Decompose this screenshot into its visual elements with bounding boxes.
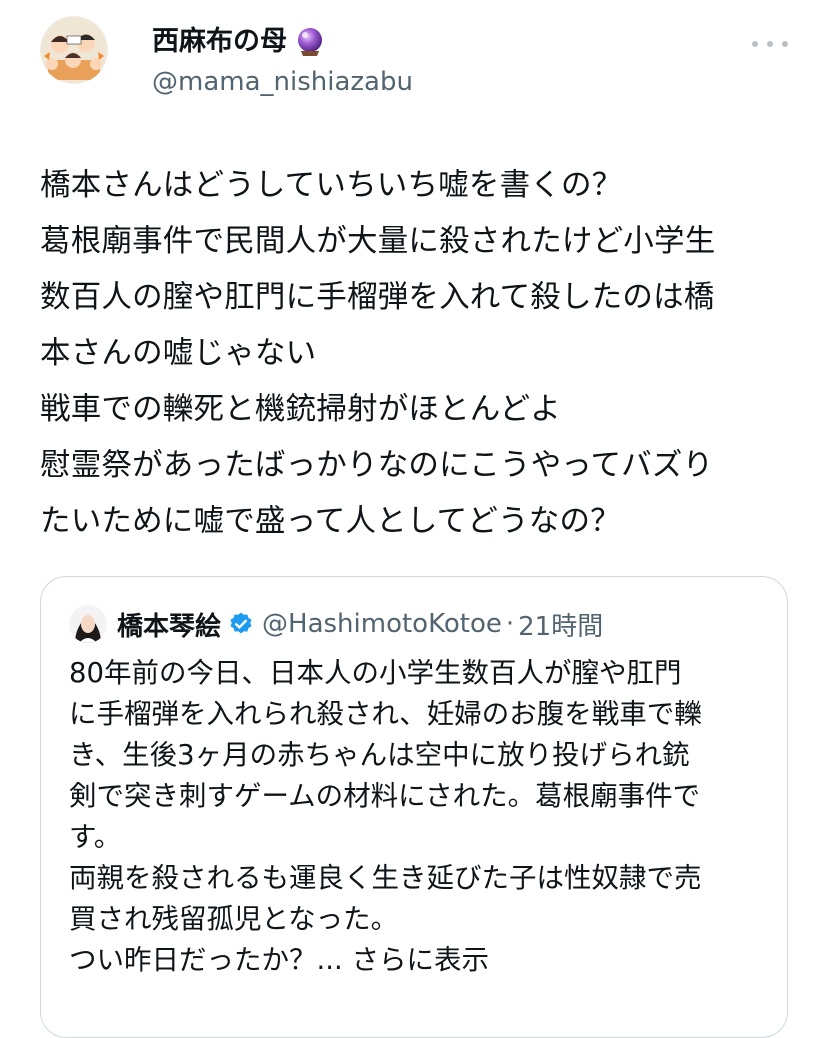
tweet-text-line: 数百人の膣や肛門に手榴弾を入れて殺したのは橋 bbox=[40, 280, 715, 315]
quoted-text: 80年前の今日、日本人の小学生数百人が膣や肛門 に手榴弾を入れられ殺され、妊婦の… bbox=[69, 653, 769, 981]
show-more-line[interactable]: つい昨日だったか？... さらに表示 bbox=[69, 940, 769, 981]
tweet-text-line: 本さんの嘘じゃない bbox=[40, 336, 317, 371]
quoted-text-line: 剣で突き刺すゲームの材料にされた。葛根廟事件で bbox=[69, 780, 701, 812]
author-display-name[interactable]: 西麻布の母 bbox=[152, 24, 287, 60]
crystal-ball-icon bbox=[293, 25, 327, 59]
quoted-text-line: 80年前の今日、日本人の小学生数百人が膣や肛門 bbox=[69, 657, 682, 689]
author-name-row: 西麻布の母 bbox=[152, 24, 327, 60]
tweet-text-line: 橋本さんはどうしていちいち嘘を書くの？ bbox=[40, 168, 623, 203]
quoted-text-line: に手榴弾を入れられ殺され、妊婦のお腹を戦車で轢 bbox=[69, 698, 702, 730]
quoted-timestamp[interactable]: 21時間 bbox=[518, 606, 603, 643]
quoted-header: 橋本琴絵 @HashimotoKotoe · 21時間 bbox=[117, 603, 603, 645]
tweet-text: 橋本さんはどうしていちいち嘘を書くの？ 葛根廟事件で民間人が大量に殺されたけど小… bbox=[40, 158, 810, 550]
author-avatar[interactable] bbox=[40, 16, 108, 84]
quoted-text-line: す。 bbox=[69, 821, 122, 853]
tweet: 西麻布の母 @mama_nishiazabu 橋本さんはどうしていちいち嘘を書く… bbox=[0, 0, 828, 1038]
tweet-text-line: たいために嘘で盛って人としてどうなの？ bbox=[40, 504, 621, 539]
quoted-display-name[interactable]: 橋本琴絵 bbox=[117, 606, 221, 643]
tweet-text-line: 戦車での轢死と機銃掃射がほとんどよ bbox=[40, 392, 561, 427]
quoted-text-line: 両親を殺されるも運良く生き延びた子は性奴隷で売 bbox=[69, 862, 702, 894]
author-handle[interactable]: @mama_nishiazabu bbox=[152, 64, 413, 100]
quoted-tweet[interactable]: 橋本琴絵 @HashimotoKotoe · 21時間 80年前の今日、日本人の… bbox=[40, 576, 788, 1038]
quoted-author-avatar[interactable] bbox=[69, 605, 107, 643]
quoted-text-line: き、生後3ヶ月の赤ちゃんは空中に放り投げられ銃 bbox=[69, 739, 690, 771]
separator-dot: · bbox=[505, 609, 515, 639]
tweet-text-line: 葛根廟事件で民間人が大量に殺されたけど小学生 bbox=[40, 224, 716, 259]
verified-badge-icon bbox=[228, 611, 254, 637]
quoted-text-line: 買され残留孤児となった。 bbox=[69, 903, 399, 935]
tweet-text-line: 慰霊祭があったばっかりなのにこうやってバズり bbox=[40, 448, 714, 483]
more-options-icon[interactable] bbox=[752, 32, 788, 56]
quoted-handle[interactable]: @HashimotoKotoe bbox=[262, 609, 502, 639]
